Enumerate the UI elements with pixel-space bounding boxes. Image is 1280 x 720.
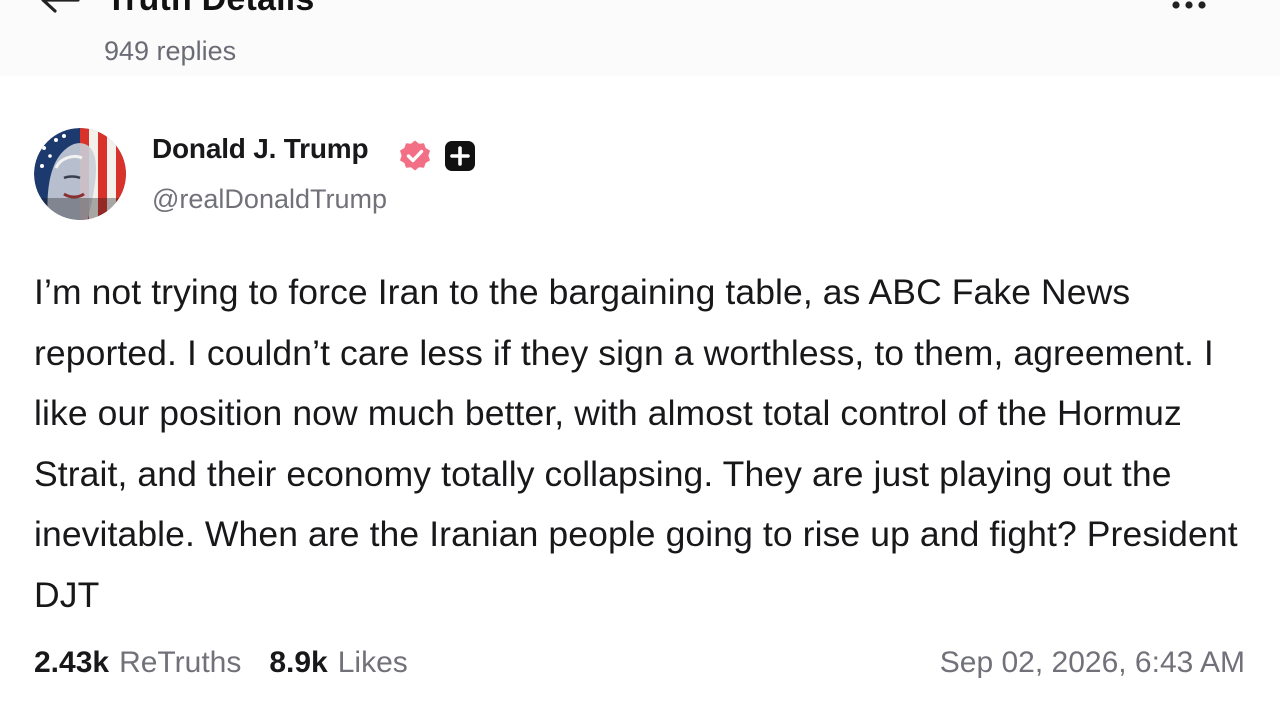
post-stats: 2.43k ReTruths 8.9k Likes — [34, 646, 408, 680]
page-title: Truth Details — [106, 0, 315, 19]
header-bar: Truth Details 949 replies — [0, 0, 1280, 76]
arrow-left-icon — [41, 0, 80, 13]
author-handle[interactable]: @realDonaldTrump — [152, 184, 387, 215]
post-text: I’m not trying to force Iran to the barg… — [34, 272, 1238, 615]
retruths-stat[interactable]: 2.43k ReTruths — [34, 646, 241, 680]
likes-count: 8.9k — [269, 646, 328, 679]
reply-count: 949 replies — [104, 36, 237, 66]
truth-details-page: Truth Details 949 replies — [0, 0, 1280, 720]
retruths-label: ReTruths — [119, 646, 242, 679]
back-button[interactable] — [38, 0, 82, 16]
likes-stat[interactable]: 8.9k Likes — [269, 646, 407, 680]
verified-badge-icon — [400, 140, 430, 171]
post-timestamp: Sep 02, 2026, 6:43 AM — [939, 646, 1245, 679]
avatar[interactable] — [34, 128, 126, 220]
more-options-button[interactable] — [1162, 0, 1222, 16]
more-horizontal-icon — [1172, 1, 1206, 9]
plus-badge-icon — [445, 141, 475, 171]
likes-label: Likes — [337, 646, 408, 679]
retruths-count: 2.43k — [34, 646, 110, 679]
avatar-image — [34, 128, 126, 220]
author-name[interactable]: Donald J. Trump — [152, 133, 369, 165]
